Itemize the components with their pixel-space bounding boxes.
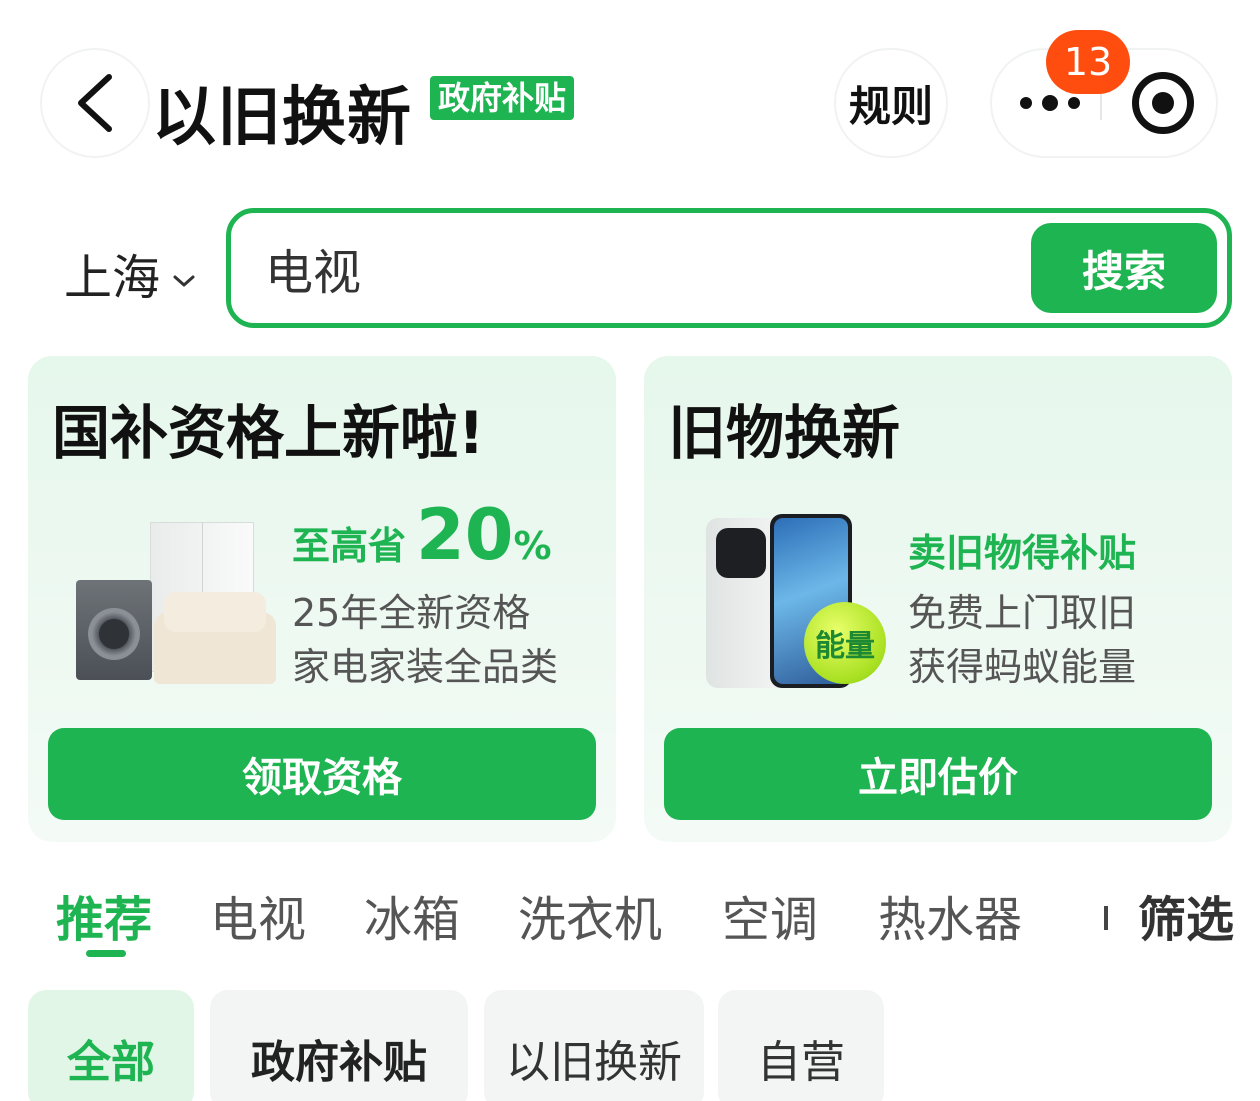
- tab-washer[interactable]: 洗衣机: [518, 880, 662, 950]
- notification-badge: 13: [1046, 30, 1130, 94]
- max-save-line: 至高省 20 %: [292, 494, 552, 576]
- subsidy-desc-2: 家电家装全品类: [292, 645, 559, 689]
- trade-in-desc-1: 免费上门取旧: [908, 591, 1137, 635]
- filter-button[interactable]: 筛选: [1138, 880, 1234, 950]
- tab-fridge[interactable]: 冰箱: [364, 880, 460, 950]
- city-selector[interactable]: 上海: [64, 238, 196, 308]
- claim-eligibility-button[interactable]: 领取资格: [48, 728, 596, 820]
- chip-self-operated[interactable]: 自营: [718, 990, 884, 1101]
- energy-badge: 能量: [804, 602, 886, 684]
- subsidy-card-title: 国补资格上新啦!: [52, 399, 485, 467]
- save-prefix: 至高省: [292, 524, 407, 568]
- phone-illustration: 能量: [706, 514, 896, 692]
- trade-in-desc-2: 获得蚂蚁能量: [908, 645, 1137, 689]
- record-target-icon[interactable]: [1132, 72, 1194, 134]
- trade-in-card-title: 旧物换新: [668, 399, 901, 467]
- page-title: 以旧换新: [152, 81, 412, 155]
- save-value: 20: [416, 494, 514, 576]
- subsidy-desc-1: 25年全新资格: [292, 591, 531, 635]
- trade-in-card[interactable]: 旧物换新 能量 卖旧物得补贴 免费上门取旧 获得蚂蚁能量 立即估价: [644, 356, 1232, 842]
- estimate-price-button[interactable]: 立即估价: [664, 728, 1212, 820]
- tab-water-heater[interactable]: 热水器: [878, 880, 1022, 950]
- tabs-divider: [1104, 906, 1108, 930]
- back-arrow-icon: [78, 74, 112, 132]
- tab-recommended[interactable]: 推荐: [56, 880, 152, 950]
- active-tab-indicator: [86, 950, 126, 957]
- city-label: 上海: [64, 250, 161, 306]
- search-button[interactable]: 搜索: [1031, 223, 1217, 313]
- chip-all[interactable]: 全部: [28, 990, 194, 1101]
- chip-trade-in[interactable]: 以旧换新: [484, 990, 704, 1101]
- chip-gov-subsidy[interactable]: 政府补贴: [210, 990, 468, 1101]
- save-unit: %: [513, 524, 552, 568]
- subsidy-card[interactable]: 国补资格上新啦! 至高省 20 % 25年全新资格 家电家装全品类 领取资格: [28, 356, 616, 842]
- tab-aircon[interactable]: 空调: [722, 880, 818, 950]
- rules-button[interactable]: 规则: [836, 50, 946, 156]
- tab-tv[interactable]: 电视: [210, 880, 306, 950]
- chevron-down-icon: [172, 245, 196, 301]
- category-tabs: 推荐 电视 冰箱 洗衣机 空调 热水器 筛选: [0, 880, 1260, 960]
- search-box: 搜索: [226, 208, 1232, 328]
- nav-header: 以旧换新 政府补贴 规则 13: [0, 0, 1260, 180]
- appliance-illustration: [76, 516, 276, 686]
- back-button[interactable]: [42, 50, 148, 156]
- search-input[interactable]: [265, 235, 1025, 301]
- gov-subsidy-badge: 政府补贴: [430, 76, 575, 120]
- trade-in-promo: 卖旧物得补贴: [908, 531, 1137, 575]
